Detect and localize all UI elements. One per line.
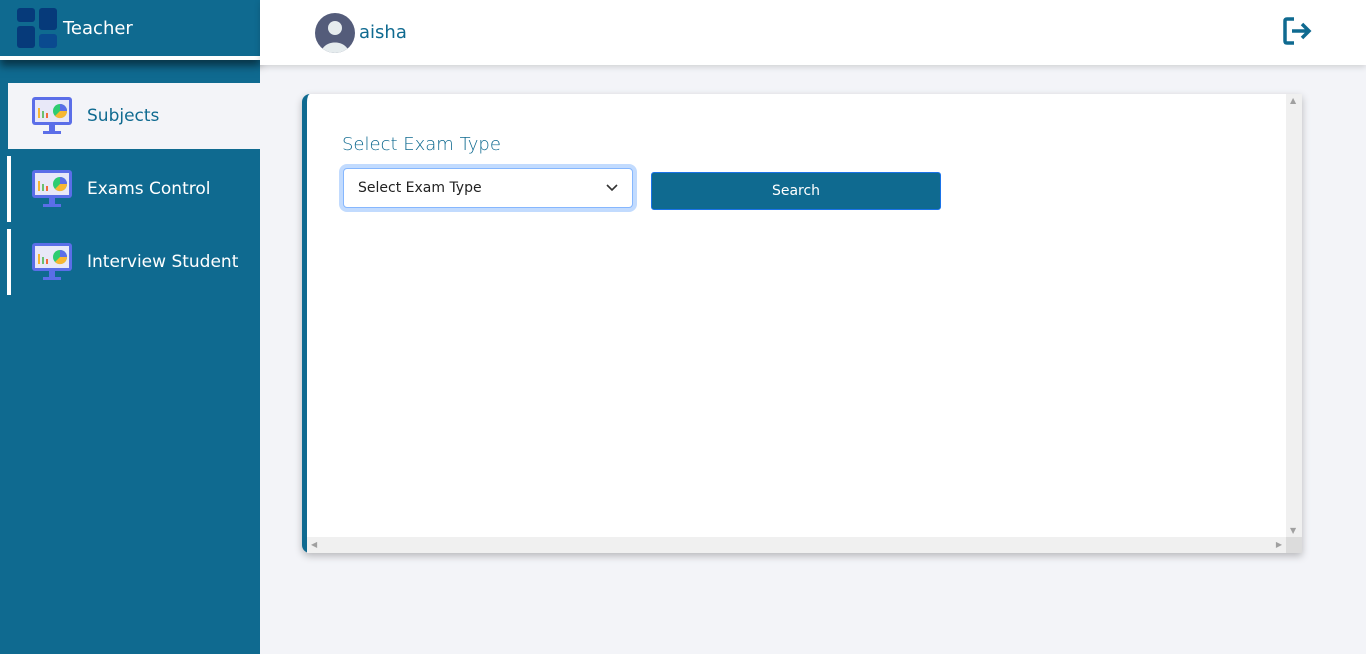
brand-title: Teacher bbox=[63, 17, 133, 39]
monitor-chart-icon bbox=[32, 243, 72, 280]
topbar: aisha bbox=[260, 0, 1366, 65]
logo-icon bbox=[17, 8, 57, 48]
brand: Teacher bbox=[0, 0, 260, 60]
exam-type-value: Select Exam Type bbox=[358, 180, 482, 196]
sidebar-item-subjects[interactable]: Subjects bbox=[4, 83, 260, 149]
avatar[interactable] bbox=[315, 12, 355, 53]
chevron-down-icon bbox=[606, 184, 618, 192]
sidebar-item-interview-student[interactable]: Interview Student bbox=[7, 229, 260, 295]
exam-type-select[interactable]: Select Exam Type bbox=[343, 168, 633, 208]
horizontal-scrollbar[interactable]: ◀ ▶ bbox=[307, 537, 1286, 553]
sidebar-item-label: Subjects bbox=[87, 106, 160, 126]
username[interactable]: aisha bbox=[359, 22, 407, 43]
sidebar-item-label: Exams Control bbox=[87, 179, 211, 199]
monitor-chart-icon bbox=[32, 97, 72, 134]
sidebar: Teacher Subjects Exams Control Interview… bbox=[0, 0, 260, 654]
monitor-chart-icon bbox=[32, 170, 72, 207]
logout-icon[interactable] bbox=[1282, 16, 1314, 46]
search-button[interactable]: Search bbox=[651, 172, 941, 210]
vertical-scrollbar[interactable]: ▲ ▼ bbox=[1286, 94, 1302, 537]
sidebar-item-exams-control[interactable]: Exams Control bbox=[7, 156, 260, 222]
scroll-corner bbox=[1286, 537, 1302, 553]
exam-search-card: Select Exam Type Select Exam Type Search… bbox=[302, 94, 1302, 553]
sidebar-item-label: Interview Student bbox=[87, 252, 239, 272]
exam-type-label: Select Exam Type bbox=[342, 134, 501, 155]
user-icon bbox=[321, 20, 349, 53]
